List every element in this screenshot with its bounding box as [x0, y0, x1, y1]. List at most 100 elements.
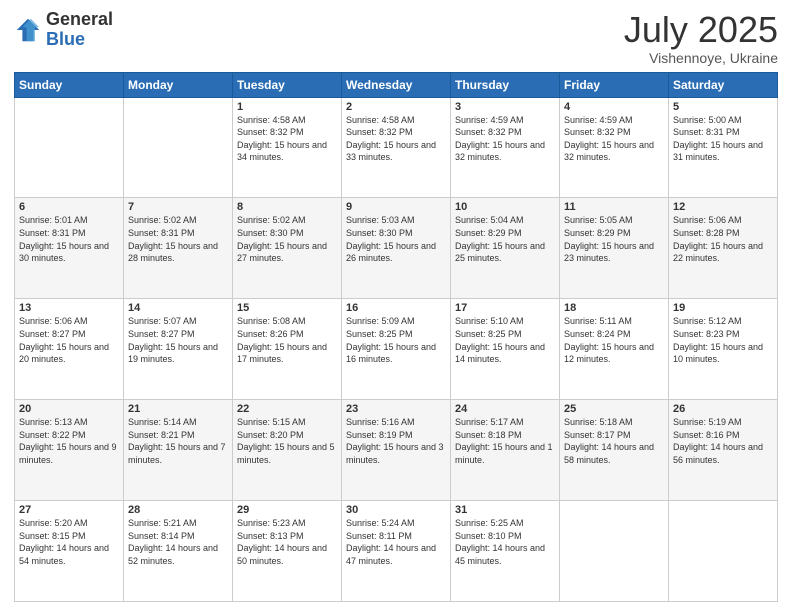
calendar-cell [560, 501, 669, 602]
calendar-cell: 8Sunrise: 5:02 AM Sunset: 8:30 PM Daylig… [233, 198, 342, 299]
calendar-cell: 10Sunrise: 5:04 AM Sunset: 8:29 PM Dayli… [451, 198, 560, 299]
day-number: 2 [346, 101, 446, 113]
day-info: Sunrise: 5:07 AM Sunset: 8:27 PM Dayligh… [128, 315, 228, 365]
calendar-week-row: 1Sunrise: 4:58 AM Sunset: 8:32 PM Daylig… [15, 97, 778, 198]
day-info: Sunrise: 5:04 AM Sunset: 8:29 PM Dayligh… [455, 214, 555, 264]
day-number: 30 [346, 504, 446, 516]
col-header-wednesday: Wednesday [342, 72, 451, 97]
day-number: 21 [128, 403, 228, 415]
calendar-cell: 23Sunrise: 5:16 AM Sunset: 8:19 PM Dayli… [342, 400, 451, 501]
day-info: Sunrise: 5:23 AM Sunset: 8:13 PM Dayligh… [237, 517, 337, 567]
calendar-week-row: 27Sunrise: 5:20 AM Sunset: 8:15 PM Dayli… [15, 501, 778, 602]
day-number: 20 [19, 403, 119, 415]
calendar-cell [669, 501, 778, 602]
day-number: 25 [564, 403, 664, 415]
day-number: 24 [455, 403, 555, 415]
calendar-cell: 6Sunrise: 5:01 AM Sunset: 8:31 PM Daylig… [15, 198, 124, 299]
calendar-cell [124, 97, 233, 198]
day-info: Sunrise: 4:58 AM Sunset: 8:32 PM Dayligh… [346, 114, 446, 164]
day-info: Sunrise: 5:12 AM Sunset: 8:23 PM Dayligh… [673, 315, 773, 365]
calendar-cell: 14Sunrise: 5:07 AM Sunset: 8:27 PM Dayli… [124, 299, 233, 400]
day-info: Sunrise: 5:05 AM Sunset: 8:29 PM Dayligh… [564, 214, 664, 264]
header: General Blue July 2025 Vishennoye, Ukrai… [14, 10, 778, 66]
col-header-saturday: Saturday [669, 72, 778, 97]
day-number: 23 [346, 403, 446, 415]
calendar-week-row: 20Sunrise: 5:13 AM Sunset: 8:22 PM Dayli… [15, 400, 778, 501]
calendar-cell: 25Sunrise: 5:18 AM Sunset: 8:17 PM Dayli… [560, 400, 669, 501]
day-info: Sunrise: 5:06 AM Sunset: 8:27 PM Dayligh… [19, 315, 119, 365]
calendar-cell: 27Sunrise: 5:20 AM Sunset: 8:15 PM Dayli… [15, 501, 124, 602]
calendar-cell: 29Sunrise: 5:23 AM Sunset: 8:13 PM Dayli… [233, 501, 342, 602]
calendar-cell: 12Sunrise: 5:06 AM Sunset: 8:28 PM Dayli… [669, 198, 778, 299]
calendar-cell: 13Sunrise: 5:06 AM Sunset: 8:27 PM Dayli… [15, 299, 124, 400]
day-info: Sunrise: 5:24 AM Sunset: 8:11 PM Dayligh… [346, 517, 446, 567]
day-info: Sunrise: 5:14 AM Sunset: 8:21 PM Dayligh… [128, 416, 228, 466]
day-info: Sunrise: 5:00 AM Sunset: 8:31 PM Dayligh… [673, 114, 773, 164]
day-info: Sunrise: 4:59 AM Sunset: 8:32 PM Dayligh… [455, 114, 555, 164]
day-info: Sunrise: 5:02 AM Sunset: 8:30 PM Dayligh… [237, 214, 337, 264]
calendar-cell: 21Sunrise: 5:14 AM Sunset: 8:21 PM Dayli… [124, 400, 233, 501]
day-info: Sunrise: 5:25 AM Sunset: 8:10 PM Dayligh… [455, 517, 555, 567]
calendar-cell: 26Sunrise: 5:19 AM Sunset: 8:16 PM Dayli… [669, 400, 778, 501]
day-info: Sunrise: 4:58 AM Sunset: 8:32 PM Dayligh… [237, 114, 337, 164]
calendar-cell: 30Sunrise: 5:24 AM Sunset: 8:11 PM Dayli… [342, 501, 451, 602]
day-info: Sunrise: 5:13 AM Sunset: 8:22 PM Dayligh… [19, 416, 119, 466]
day-info: Sunrise: 5:15 AM Sunset: 8:20 PM Dayligh… [237, 416, 337, 466]
day-number: 11 [564, 201, 664, 213]
title-block: July 2025 Vishennoye, Ukraine [624, 10, 778, 66]
calendar-cell: 22Sunrise: 5:15 AM Sunset: 8:20 PM Dayli… [233, 400, 342, 501]
day-info: Sunrise: 5:11 AM Sunset: 8:24 PM Dayligh… [564, 315, 664, 365]
calendar-header-row: SundayMondayTuesdayWednesdayThursdayFrid… [15, 72, 778, 97]
day-number: 26 [673, 403, 773, 415]
calendar-cell: 2Sunrise: 4:58 AM Sunset: 8:32 PM Daylig… [342, 97, 451, 198]
logo-text: General Blue [46, 10, 113, 50]
calendar-cell: 11Sunrise: 5:05 AM Sunset: 8:29 PM Dayli… [560, 198, 669, 299]
day-info: Sunrise: 4:59 AM Sunset: 8:32 PM Dayligh… [564, 114, 664, 164]
calendar-cell: 18Sunrise: 5:11 AM Sunset: 8:24 PM Dayli… [560, 299, 669, 400]
day-number: 8 [237, 201, 337, 213]
day-number: 22 [237, 403, 337, 415]
col-header-friday: Friday [560, 72, 669, 97]
day-info: Sunrise: 5:19 AM Sunset: 8:16 PM Dayligh… [673, 416, 773, 466]
day-info: Sunrise: 5:10 AM Sunset: 8:25 PM Dayligh… [455, 315, 555, 365]
col-header-sunday: Sunday [15, 72, 124, 97]
calendar-cell: 3Sunrise: 4:59 AM Sunset: 8:32 PM Daylig… [451, 97, 560, 198]
col-header-monday: Monday [124, 72, 233, 97]
day-info: Sunrise: 5:09 AM Sunset: 8:25 PM Dayligh… [346, 315, 446, 365]
day-number: 16 [346, 302, 446, 314]
day-number: 31 [455, 504, 555, 516]
day-number: 9 [346, 201, 446, 213]
day-number: 3 [455, 101, 555, 113]
day-number: 5 [673, 101, 773, 113]
day-number: 10 [455, 201, 555, 213]
day-info: Sunrise: 5:17 AM Sunset: 8:18 PM Dayligh… [455, 416, 555, 466]
col-header-thursday: Thursday [451, 72, 560, 97]
day-number: 14 [128, 302, 228, 314]
day-info: Sunrise: 5:03 AM Sunset: 8:30 PM Dayligh… [346, 214, 446, 264]
calendar-cell: 20Sunrise: 5:13 AM Sunset: 8:22 PM Dayli… [15, 400, 124, 501]
day-number: 7 [128, 201, 228, 213]
day-number: 19 [673, 302, 773, 314]
calendar-cell: 9Sunrise: 5:03 AM Sunset: 8:30 PM Daylig… [342, 198, 451, 299]
logo: General Blue [14, 10, 113, 50]
calendar-cell: 1Sunrise: 4:58 AM Sunset: 8:32 PM Daylig… [233, 97, 342, 198]
day-number: 13 [19, 302, 119, 314]
day-info: Sunrise: 5:21 AM Sunset: 8:14 PM Dayligh… [128, 517, 228, 567]
day-number: 17 [455, 302, 555, 314]
day-info: Sunrise: 5:20 AM Sunset: 8:15 PM Dayligh… [19, 517, 119, 567]
col-header-tuesday: Tuesday [233, 72, 342, 97]
page: General Blue July 2025 Vishennoye, Ukrai… [0, 0, 792, 612]
day-number: 15 [237, 302, 337, 314]
day-number: 29 [237, 504, 337, 516]
calendar-cell: 31Sunrise: 5:25 AM Sunset: 8:10 PM Dayli… [451, 501, 560, 602]
calendar-week-row: 6Sunrise: 5:01 AM Sunset: 8:31 PM Daylig… [15, 198, 778, 299]
logo-icon [14, 16, 42, 44]
day-number: 27 [19, 504, 119, 516]
day-info: Sunrise: 5:06 AM Sunset: 8:28 PM Dayligh… [673, 214, 773, 264]
calendar-cell: 15Sunrise: 5:08 AM Sunset: 8:26 PM Dayli… [233, 299, 342, 400]
location-subtitle: Vishennoye, Ukraine [624, 50, 778, 66]
calendar-cell: 7Sunrise: 5:02 AM Sunset: 8:31 PM Daylig… [124, 198, 233, 299]
calendar-cell: 28Sunrise: 5:21 AM Sunset: 8:14 PM Dayli… [124, 501, 233, 602]
calendar-cell: 24Sunrise: 5:17 AM Sunset: 8:18 PM Dayli… [451, 400, 560, 501]
day-info: Sunrise: 5:08 AM Sunset: 8:26 PM Dayligh… [237, 315, 337, 365]
